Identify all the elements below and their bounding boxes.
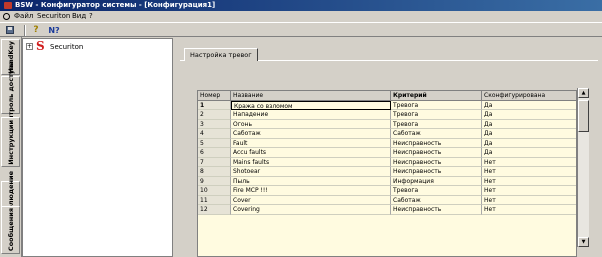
cell-name[interactable]: Covering — [231, 205, 391, 215]
menu-bar: Файл Securiton Вид ? — [0, 11, 602, 22]
table-row[interactable]: 6 Accu faults Неисправность Да — [198, 148, 576, 158]
cell-number[interactable]: 9 — [198, 176, 231, 186]
arrow-down-icon: ▼ — [581, 239, 586, 245]
table-row[interactable]: 2 Нападение Тревога Да — [198, 110, 576, 120]
cell-number[interactable]: 4 — [198, 129, 231, 139]
floppy-disk-icon — [6, 26, 14, 34]
cell-number[interactable]: 5 — [198, 138, 231, 148]
help-button[interactable]: ? — [30, 25, 42, 35]
table-row[interactable]: 8 Shotoear Неисправность Нет — [198, 167, 576, 177]
cell-number[interactable]: 3 — [198, 119, 231, 129]
window-title: BSW - Конфигуратор системы - [Конфигурац… — [15, 1, 216, 9]
grid-header: Номер Название Критерий Сконфигурирована — [198, 91, 576, 101]
tab-messages[interactable]: Сообщения — [1, 206, 20, 254]
cell-name[interactable]: Cover — [231, 195, 391, 205]
table-row[interactable]: 9 Пыль Информация Нет — [198, 176, 576, 186]
tab-access-control[interactable]: Контроль доступа — [1, 61, 20, 129]
cell-number[interactable]: 1 — [198, 100, 231, 110]
table-row[interactable]: 10 Fire MCP !!! Тревога Нет — [198, 186, 576, 196]
cell-criterion[interactable]: Саботаж — [391, 129, 482, 139]
cell-criterion[interactable]: Неисправность — [391, 157, 482, 167]
grid-vertical-scrollbar[interactable]: ▲ ▼ — [577, 88, 589, 247]
cell-name[interactable]: Саботаж — [231, 129, 391, 139]
cell-number[interactable]: 10 — [198, 186, 231, 196]
cell-criterion[interactable]: Неисправность — [391, 148, 482, 158]
arrow-up-icon: ▲ — [581, 90, 586, 96]
cell-name[interactable]: Огонь — [231, 119, 391, 129]
left-tab-bar: HandKey Контроль доступа Инструкции Виде… — [0, 37, 22, 257]
cell-name[interactable]: Fire MCP !!! — [231, 186, 391, 196]
cell-criterion[interactable]: Неисправность — [391, 167, 482, 177]
cell-number[interactable]: 12 — [198, 205, 231, 215]
cell-criterion[interactable]: Неисправность — [391, 138, 482, 148]
alarm-grid: Номер Название Критерий Сконфигурирована 1 Кр… — [197, 90, 577, 257]
cell-name[interactable]: Mains faults — [231, 157, 391, 167]
cell-criterion[interactable]: Неисправность — [391, 205, 482, 215]
cell-configured[interactable]: Нет — [482, 177, 576, 186]
toolbar: ? N? — [0, 22, 602, 37]
menu-securiton[interactable]: Securiton — [37, 11, 70, 22]
tree-view: + S Securiton — [22, 38, 173, 257]
cell-criterion[interactable]: Тревога — [391, 119, 482, 129]
app-icon — [4, 2, 12, 9]
cell-configured[interactable]: Да — [482, 129, 576, 139]
cell-number[interactable]: 8 — [198, 167, 231, 177]
cell-number[interactable]: 2 — [198, 110, 231, 120]
tree-node-securiton[interactable]: Securiton — [50, 43, 83, 51]
app-window: BSW - Конфигуратор системы - [Конфигурац… — [0, 0, 602, 257]
cell-configured[interactable]: Да — [482, 110, 576, 120]
header-col-criterion[interactable]: Критерий — [391, 91, 482, 101]
cell-configured[interactable]: Да — [482, 139, 576, 148]
tree-expand-toggle[interactable]: + — [26, 43, 33, 50]
menu-view[interactable]: Вид — [72, 11, 86, 22]
cell-configured[interactable]: Да — [482, 120, 576, 129]
cell-configured[interactable]: Нет — [482, 186, 576, 196]
cell-configured[interactable]: Да — [482, 101, 576, 110]
table-row[interactable]: 5 Fault Неисправность Да — [198, 138, 576, 148]
table-row[interactable]: 1 Кража со взломом Тревога Да — [198, 100, 576, 110]
cell-name[interactable]: Accu faults — [231, 148, 391, 158]
table-row[interactable]: 4 Саботаж Саботаж Да — [198, 129, 576, 139]
cell-number[interactable]: 6 — [198, 148, 231, 158]
cell-name[interactable]: Fault — [231, 138, 391, 148]
cell-name[interactable]: Нападение — [231, 110, 391, 120]
cell-criterion[interactable]: Тревога — [391, 110, 482, 120]
cell-name[interactable]: Пыль — [231, 176, 391, 186]
context-help-icon: N? — [48, 25, 60, 35]
cell-configured[interactable]: Да — [482, 148, 576, 158]
cell-criterion[interactable]: Саботаж — [391, 195, 482, 205]
cell-criterion[interactable]: Тревога — [391, 100, 482, 110]
system-menu-icon[interactable] — [3, 13, 10, 20]
scroll-down-button[interactable]: ▼ — [578, 237, 589, 247]
save-button[interactable] — [4, 25, 16, 35]
header-col-number[interactable]: Номер — [198, 91, 231, 101]
toolbar-separator — [24, 25, 26, 36]
help-icon: ? — [33, 25, 39, 35]
menu-help[interactable]: ? — [89, 11, 93, 22]
scroll-thumb[interactable] — [578, 100, 589, 132]
cell-number[interactable]: 11 — [198, 195, 231, 205]
title-bar[interactable]: BSW - Конфигуратор системы - [Конфигурац… — [0, 0, 602, 11]
scroll-up-button[interactable]: ▲ — [578, 88, 589, 98]
header-col-configured[interactable]: Сконфигурирована — [482, 91, 576, 101]
menu-file[interactable]: Файл — [14, 11, 33, 22]
table-row[interactable]: 3 Огонь Тревога Да — [198, 119, 576, 129]
cell-configured[interactable]: Нет — [482, 196, 576, 205]
cell-criterion[interactable]: Тревога — [391, 186, 482, 196]
cell-configured[interactable]: Нет — [482, 205, 576, 215]
cell-criterion[interactable]: Информация — [391, 176, 482, 186]
tab-instructions[interactable]: Инструкции — [1, 117, 20, 167]
cell-name[interactable]: Кража со взломом — [231, 100, 391, 110]
tab-alarm-settings[interactable]: Настройка тревог — [184, 48, 258, 61]
table-row[interactable]: 11 Cover Саботаж Нет — [198, 195, 576, 205]
context-help-button[interactable]: N? — [48, 25, 60, 35]
table-row[interactable]: 7 Mains faults Неисправность Нет — [198, 157, 576, 167]
header-col-name[interactable]: Название — [231, 91, 391, 101]
cell-name[interactable]: Shotoear — [231, 167, 391, 177]
table-row[interactable]: 12 Covering Неисправность Нет — [198, 205, 576, 215]
cell-number[interactable]: 7 — [198, 157, 231, 167]
cell-configured[interactable]: Нет — [482, 158, 576, 167]
cell-configured[interactable]: Нет — [482, 167, 576, 177]
securiton-logo-icon: S — [36, 39, 45, 53]
